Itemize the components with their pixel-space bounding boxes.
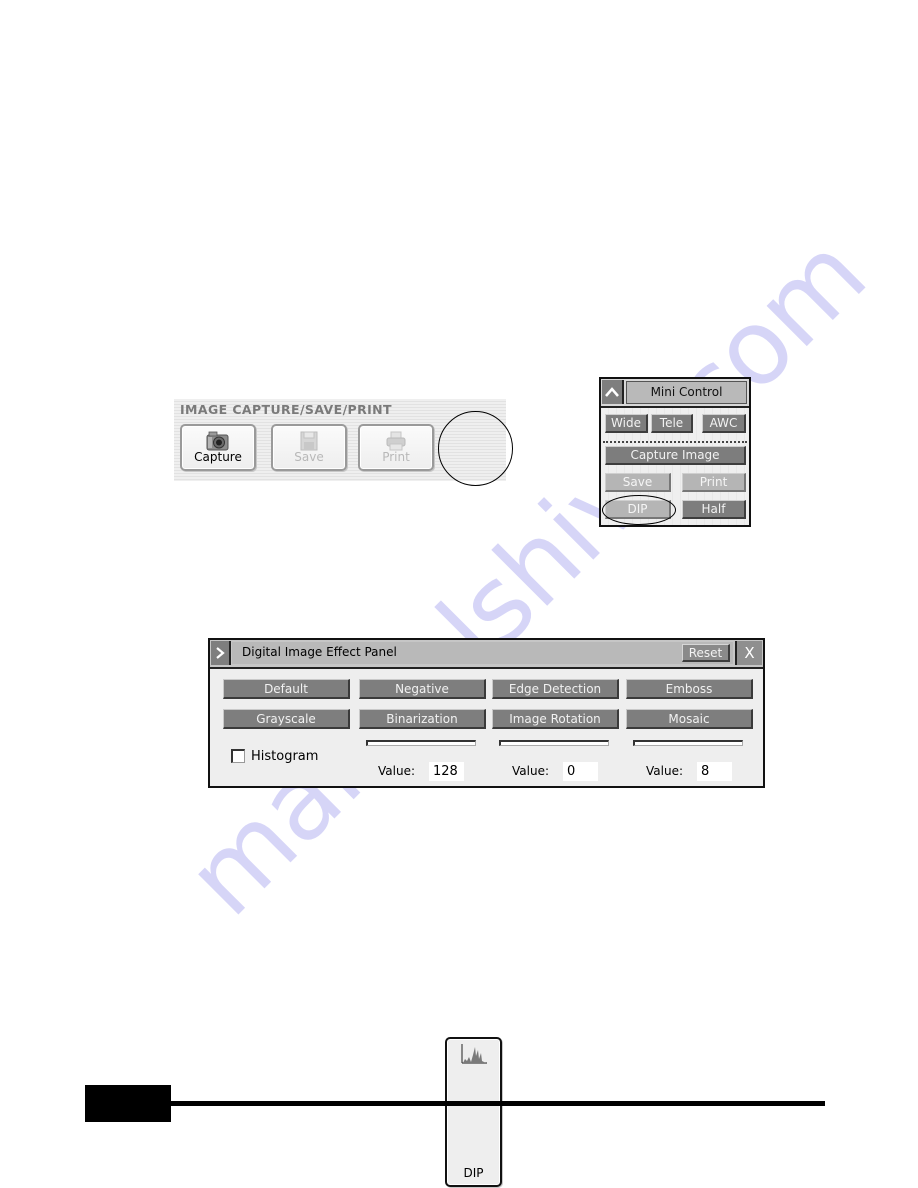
effect-default-button[interactable]: Default bbox=[223, 679, 350, 699]
close-button[interactable]: X bbox=[735, 641, 762, 665]
mosaic-slider[interactable] bbox=[633, 740, 743, 746]
effect-negative-button[interactable]: Negative bbox=[359, 679, 486, 699]
print-button[interactable]: Print bbox=[358, 424, 434, 471]
footer-rule bbox=[170, 1101, 825, 1106]
effect-image-rotation-button[interactable]: Image Rotation bbox=[492, 709, 619, 729]
binarization-value-field[interactable]: 128 bbox=[429, 762, 464, 781]
dip-label: DIP bbox=[463, 1166, 484, 1180]
digital-image-effect-panel: Digital Image Effect Panel Reset X Defau… bbox=[208, 638, 765, 788]
awc-button[interactable]: AWC bbox=[702, 414, 746, 433]
histogram-checkbox[interactable] bbox=[231, 749, 245, 763]
print-label: Print bbox=[382, 450, 410, 464]
binarization-value-label: Value: bbox=[378, 764, 415, 778]
save-button[interactable]: Save bbox=[271, 424, 347, 471]
collapse-button[interactable] bbox=[602, 380, 624, 404]
capture-image-button[interactable]: Capture Image bbox=[605, 446, 746, 465]
chevron-up-icon bbox=[605, 387, 619, 397]
capture-button[interactable]: Capture bbox=[180, 424, 256, 471]
mini-control-panel: Mini Control Wide Tele AWC Capture Image… bbox=[599, 377, 751, 527]
effect-binarization-button[interactable]: Binarization bbox=[359, 709, 486, 729]
reset-button[interactable]: Reset bbox=[682, 644, 730, 662]
effect-edge-detection-button[interactable]: Edge Detection bbox=[492, 679, 619, 699]
mosaic-value-field[interactable]: 8 bbox=[697, 762, 732, 781]
separator bbox=[603, 441, 747, 443]
mini-control-title: Mini Control bbox=[626, 381, 747, 404]
dip-button[interactable]: DIP bbox=[445, 1037, 502, 1187]
effect-panel-header: Digital Image Effect Panel Reset X bbox=[210, 640, 763, 669]
effect-emboss-button[interactable]: Emboss bbox=[626, 679, 753, 699]
mini-save-button[interactable]: Save bbox=[605, 473, 671, 492]
mini-dip-button[interactable]: DIP bbox=[605, 500, 671, 519]
rotation-slider[interactable] bbox=[499, 740, 609, 746]
expand-button[interactable] bbox=[211, 641, 231, 665]
half-button[interactable]: Half bbox=[682, 500, 746, 519]
rotation-value-label: Value: bbox=[512, 764, 549, 778]
rotation-value-field[interactable]: 0 bbox=[563, 762, 598, 781]
effect-grayscale-button[interactable]: Grayscale bbox=[223, 709, 350, 729]
binarization-slider[interactable] bbox=[366, 740, 476, 746]
effect-mosaic-button[interactable]: Mosaic bbox=[626, 709, 753, 729]
histogram-icon bbox=[459, 1043, 489, 1069]
wide-button[interactable]: Wide bbox=[605, 414, 648, 433]
mini-control-header: Mini Control bbox=[601, 379, 749, 408]
toolbar-title: IMAGE CAPTURE/SAVE/PRINT bbox=[180, 402, 392, 417]
close-icon: X bbox=[744, 644, 755, 662]
mosaic-value-label: Value: bbox=[646, 764, 683, 778]
chevron-right-icon bbox=[216, 647, 225, 659]
page-number-block bbox=[85, 1085, 171, 1122]
mini-print-button[interactable]: Print bbox=[682, 473, 746, 492]
tele-button[interactable]: Tele bbox=[651, 414, 693, 433]
capture-label: Capture bbox=[194, 450, 242, 464]
image-capture-toolbar: IMAGE CAPTURE/SAVE/PRINT Capture Save Pr… bbox=[174, 399, 506, 1187]
save-label: Save bbox=[294, 450, 324, 464]
histogram-label: Histogram bbox=[251, 749, 319, 764]
title-bar: Digital Image Effect Panel Reset bbox=[232, 642, 733, 664]
effect-panel-title: Digital Image Effect Panel bbox=[242, 645, 397, 659]
